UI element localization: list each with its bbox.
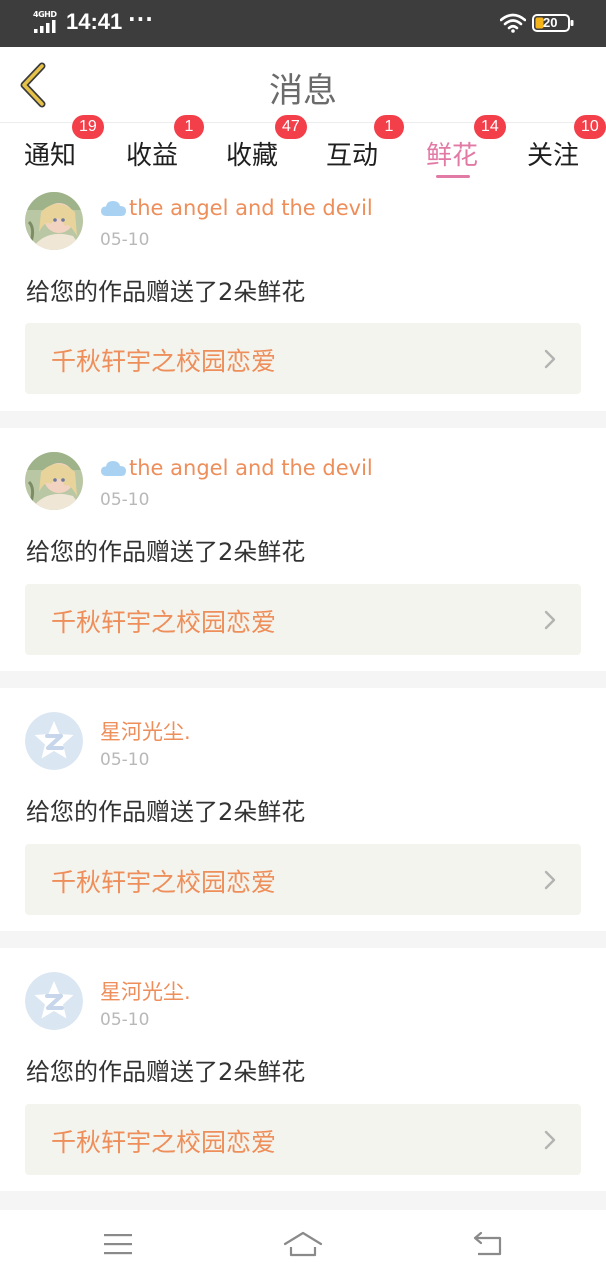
- active-tab-indicator: [436, 175, 470, 178]
- work-link[interactable]: 千秋轩宇之校园恋爱: [25, 844, 581, 915]
- list-item: 星河光尘. 05-10 给您的作品赠送了2朵鲜花 千秋轩宇之校园恋爱: [0, 948, 606, 1191]
- username: the angel and the devil: [129, 196, 373, 220]
- message-text: 给您的作品赠送了2朵鲜花: [26, 538, 306, 566]
- username: 星河光尘.: [100, 720, 191, 744]
- menu-icon: [104, 1234, 132, 1255]
- unread-badge: 1: [174, 115, 204, 139]
- message-date: 05-10: [100, 1010, 150, 1030]
- username-link[interactable]: 星河光尘.: [100, 976, 191, 1006]
- clock: 14:41: [66, 9, 123, 34]
- message-text: 给您的作品赠送了2朵鲜花: [26, 798, 306, 826]
- chevron-right-icon: [544, 1130, 556, 1150]
- battery-level: 20: [543, 15, 558, 30]
- chevron-right-icon: [544, 349, 556, 369]
- default-avatar-icon: [25, 712, 83, 770]
- avatar[interactable]: [25, 712, 83, 770]
- work-title: 千秋轩宇之校园恋爱: [51, 868, 277, 897]
- tab-flowers[interactable]: 鲜花 14: [426, 115, 506, 181]
- list-item: 星河光尘. 05-10 给您的作品赠送了2朵鲜花 千秋轩宇之校园恋爱: [0, 688, 606, 931]
- avatar[interactable]: [25, 192, 83, 250]
- tab-favorites[interactable]: 收藏 47: [226, 115, 307, 181]
- unread-badge: 14: [474, 115, 506, 139]
- tab-earnings[interactable]: 收益 1: [126, 115, 204, 181]
- more-notifications-indicator: ···: [128, 7, 154, 31]
- tab-notifications[interactable]: 通知 19: [24, 115, 104, 181]
- default-avatar-icon: [25, 972, 83, 1030]
- app-header: 消息: [0, 47, 606, 123]
- anime-avatar-image: [25, 452, 83, 510]
- work-title: 千秋轩宇之校园恋爱: [51, 608, 277, 637]
- tab-following[interactable]: 关注 10: [527, 115, 606, 181]
- tab-label: 鲜花: [426, 141, 479, 171]
- status-bar: 4GHD 14:41 ··· 20: [0, 0, 606, 47]
- username-link[interactable]: the angel and the devil: [100, 456, 373, 480]
- message-date: 05-10: [100, 230, 150, 250]
- page-title: 消息: [269, 71, 337, 111]
- cloud-icon: [101, 461, 126, 476]
- home-button[interactable]: [283, 1228, 323, 1260]
- message-text: 给您的作品赠送了2朵鲜花: [26, 278, 306, 306]
- message-text: 给您的作品赠送了2朵鲜花: [26, 1058, 306, 1086]
- network-type: 4GHD: [33, 10, 57, 19]
- signal-icon: 4GHD: [32, 10, 62, 36]
- username: 星河光尘.: [100, 980, 191, 1004]
- avatar[interactable]: [25, 972, 83, 1030]
- list-item: the angel and the devil 05-10 给您的作品赠送了2朵…: [0, 428, 606, 671]
- menu-button[interactable]: [98, 1228, 138, 1260]
- system-nav-bar: [0, 1210, 606, 1280]
- home-icon: [283, 1231, 323, 1257]
- tab-interactions[interactable]: 互动 1: [326, 115, 404, 181]
- unread-badge: 10: [574, 115, 606, 139]
- username-link[interactable]: 星河光尘.: [100, 716, 191, 746]
- message-tabs: 通知 19 收益 1 收藏 47 互动 1 鲜花 14 关注 10: [0, 115, 606, 181]
- work-link[interactable]: 千秋轩宇之校园恋爱: [25, 1104, 581, 1175]
- unread-badge: 19: [72, 115, 104, 139]
- work-link[interactable]: 千秋轩宇之校园恋爱: [25, 584, 581, 655]
- message-date: 05-10: [100, 750, 150, 770]
- unread-badge: 47: [275, 115, 307, 139]
- anime-avatar-image: [25, 192, 83, 250]
- cloud-icon: [101, 201, 126, 216]
- chevron-right-icon: [544, 870, 556, 890]
- battery-icon: 20: [532, 13, 574, 33]
- tab-label: 通知: [24, 141, 77, 171]
- work-title: 千秋轩宇之校园恋爱: [51, 1128, 277, 1157]
- tab-label: 关注: [527, 141, 580, 171]
- back-nav-button[interactable]: [467, 1228, 507, 1260]
- message-date: 05-10: [100, 490, 150, 510]
- work-title: 千秋轩宇之校园恋爱: [51, 347, 277, 376]
- username-link[interactable]: the angel and the devil: [100, 196, 373, 220]
- avatar[interactable]: [25, 452, 83, 510]
- work-link[interactable]: 千秋轩宇之校园恋爱: [25, 323, 581, 394]
- tab-label: 收藏: [226, 141, 279, 171]
- wifi-icon: [500, 13, 526, 33]
- unread-badge: 1: [374, 115, 404, 139]
- tab-label: 收益: [126, 141, 179, 171]
- username: the angel and the devil: [129, 456, 373, 480]
- chevron-right-icon: [544, 610, 556, 630]
- back-icon: [473, 1231, 502, 1256]
- tab-label: 互动: [326, 141, 379, 171]
- list-item: the angel and the devil 05-10 给您的作品赠送了2朵…: [0, 180, 606, 411]
